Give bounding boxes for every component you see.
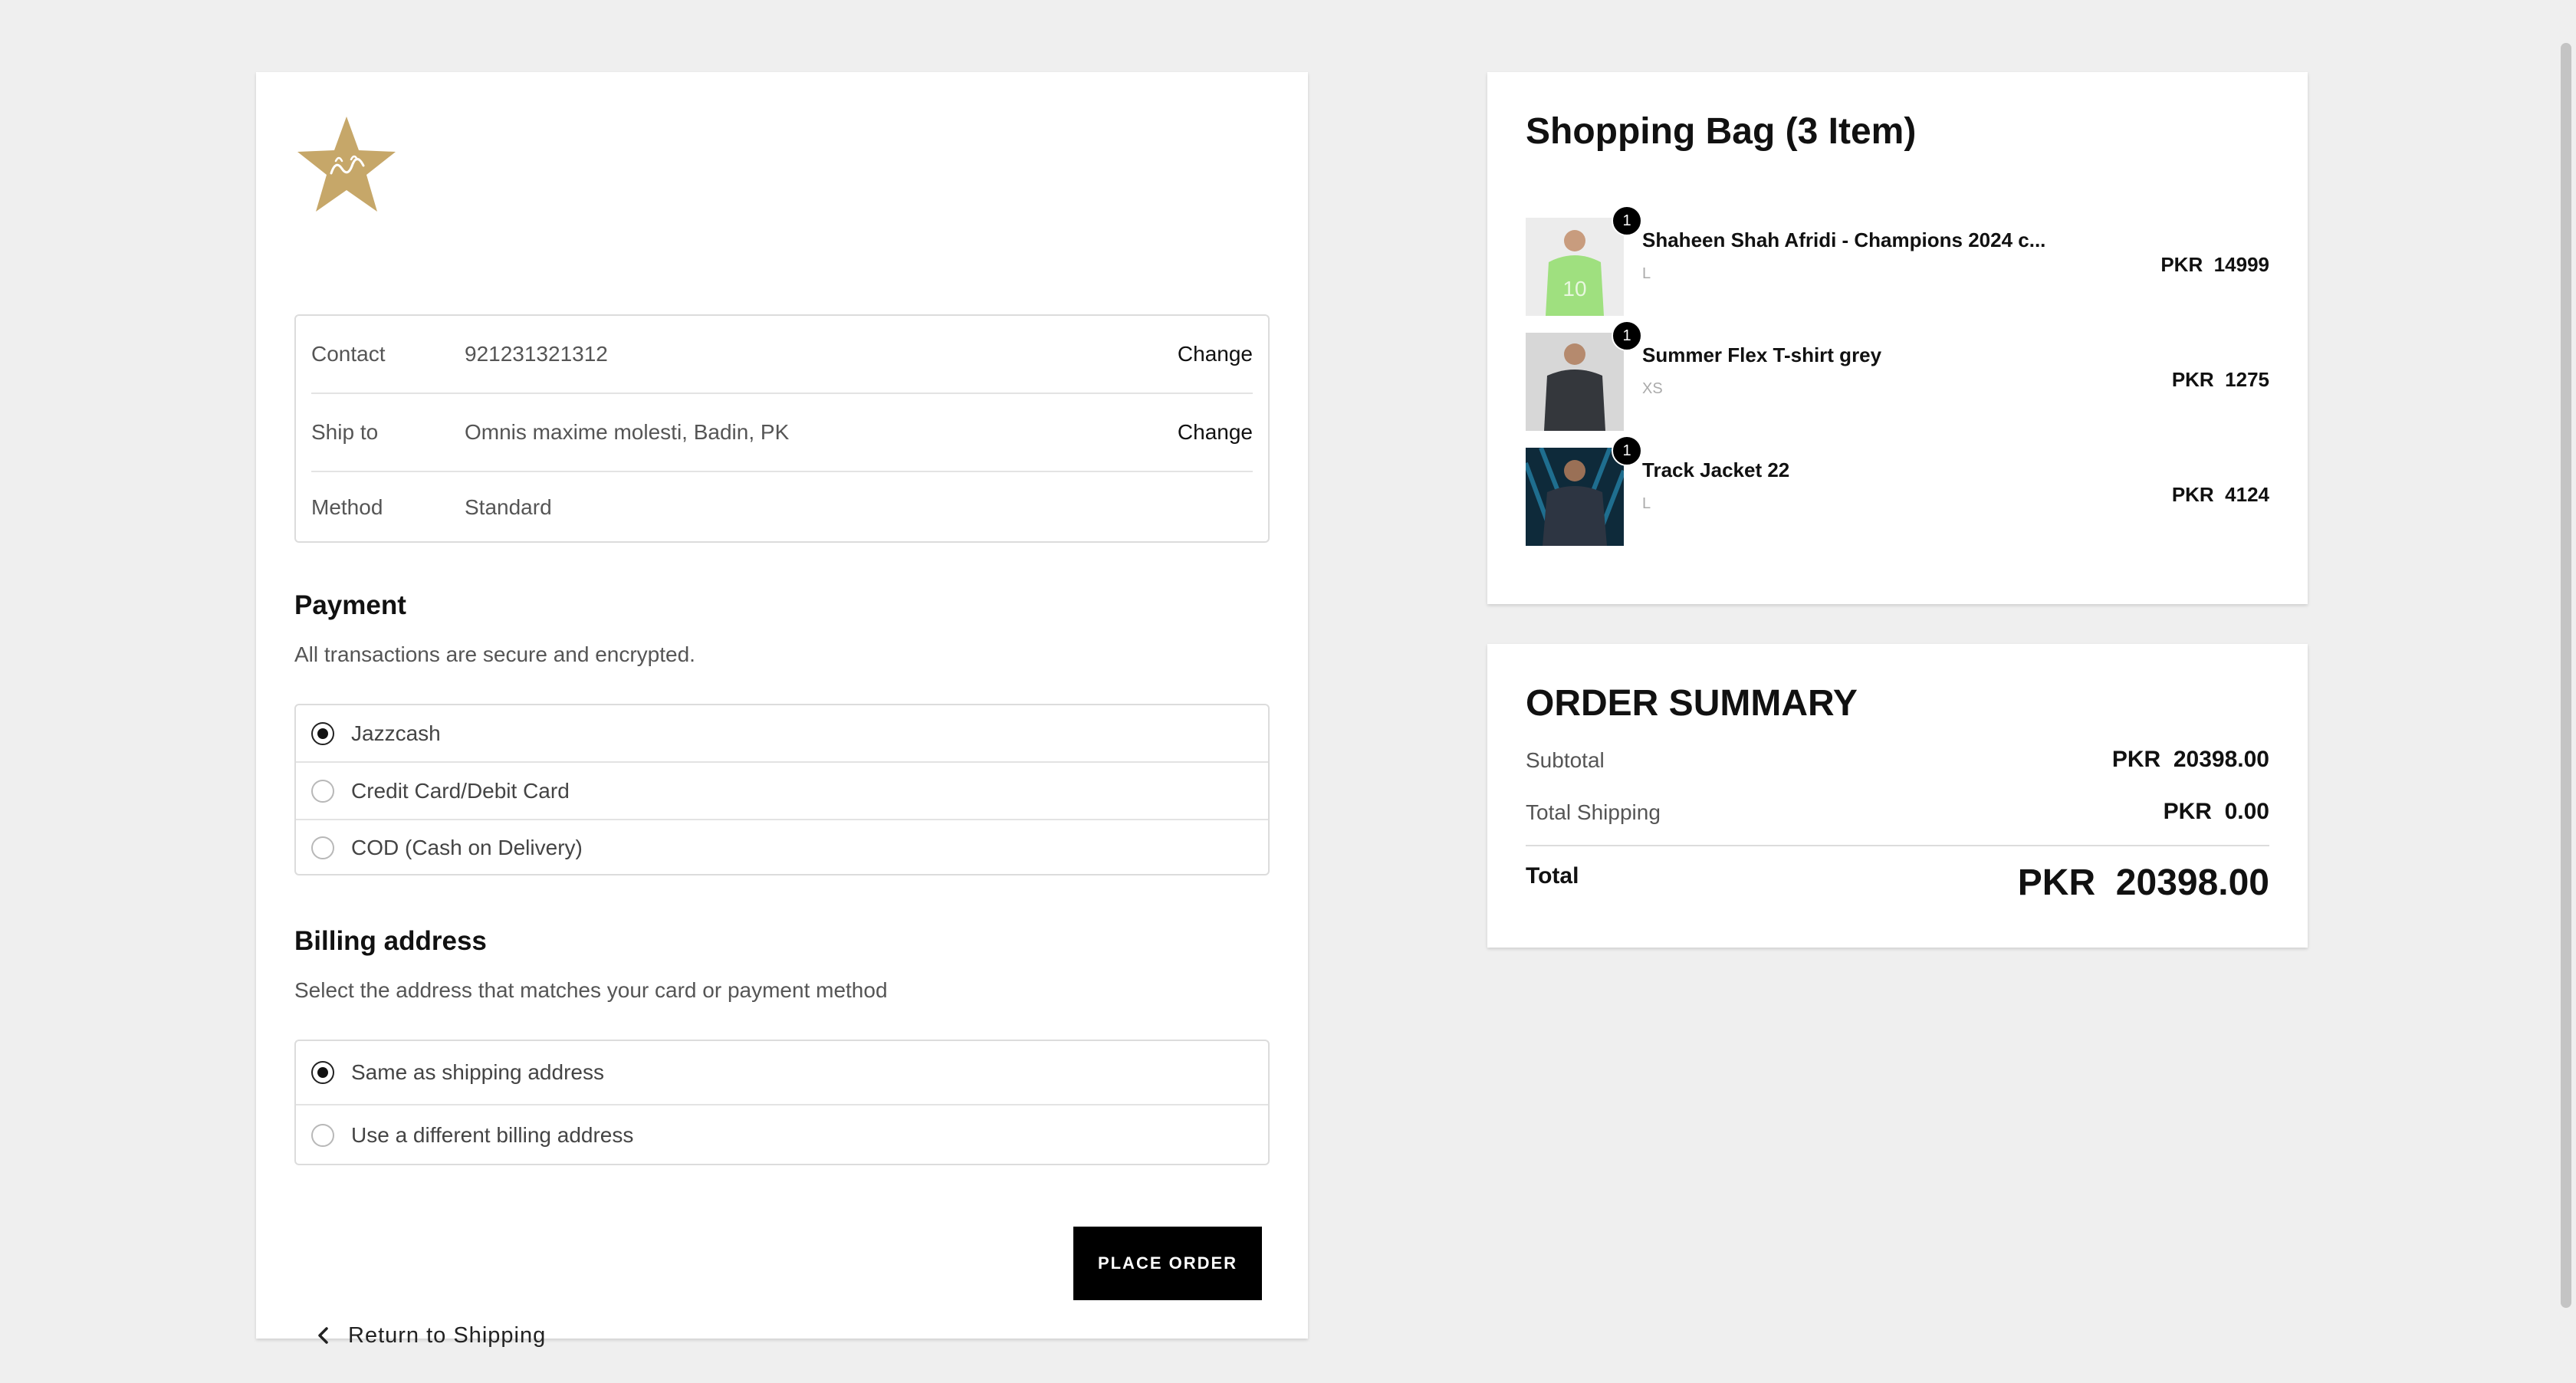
shipping-label: Total Shipping xyxy=(1526,800,1661,824)
payment-option-label: Credit Card/Debit Card xyxy=(351,778,570,803)
checkout-card: Contact 921231321312 Change Ship to Omni… xyxy=(256,72,1308,1348)
ship-to-value: Omnis maxime molesti, Badin, PK xyxy=(465,420,790,444)
quantity-badge: 1 xyxy=(1612,320,1642,351)
subtotal-value: PKR 20398.00 xyxy=(2111,747,2269,772)
product-thumbnail[interactable] xyxy=(1526,333,1624,431)
shipping-value: PKR 0.00 xyxy=(2163,799,2269,824)
billing-options: Same as shipping address Use a different… xyxy=(294,1040,1270,1165)
billing-title: Billing address xyxy=(294,926,487,956)
contact-summary-box: Contact 921231321312 Change Ship to Omni… xyxy=(294,314,1270,543)
return-to-shipping-link[interactable]: Return to Shipping xyxy=(314,1303,546,1368)
radio-unselected-icon[interactable] xyxy=(311,836,334,859)
change-contact-link[interactable]: Change xyxy=(1178,342,1253,366)
star-crest-logo[interactable] xyxy=(293,113,400,216)
shopping-bag-card: Shopping Bag (3 Item) 10 1 Shaheen Shah … xyxy=(1487,72,2308,604)
contact-row: Contact 921231321312 Change xyxy=(311,316,1253,394)
product-price: PKR 1275 xyxy=(2171,368,2269,391)
product-thumbnail[interactable] xyxy=(1526,448,1624,546)
total-value: PKR 20398.00 xyxy=(2017,862,2269,903)
payment-option-label: Jazzcash xyxy=(351,721,441,745)
payment-title: Payment xyxy=(294,590,406,620)
ship-to-label: Ship to xyxy=(311,420,379,444)
contact-label: Contact xyxy=(311,342,386,366)
billing-option-same[interactable]: Same as shipping address xyxy=(296,1041,1268,1105)
payment-option-card[interactable]: Credit Card/Debit Card xyxy=(296,763,1268,820)
quantity-badge: 1 xyxy=(1612,435,1642,466)
svg-text:10: 10 xyxy=(1562,277,1586,301)
payment-option-label: COD (Cash on Delivery) xyxy=(351,836,583,859)
contact-value: 921231321312 xyxy=(465,342,608,366)
product-size: XS xyxy=(1642,380,1663,397)
product-size: L xyxy=(1642,495,1651,512)
product-thumbnail[interactable]: 10 xyxy=(1526,218,1624,316)
ship-to-row: Ship to Omnis maxime molesti, Badin, PK … xyxy=(311,394,1253,472)
checkout-page: Contact 921231321312 Change Ship to Omni… xyxy=(0,0,2576,1383)
payment-option-jazzcash[interactable]: Jazzcash xyxy=(296,705,1268,763)
product-name: Shaheen Shah Afridi - Champions 2024 c..… xyxy=(1642,228,2046,251)
change-ship-to-link[interactable]: Change xyxy=(1178,420,1253,445)
payment-options: Jazzcash Credit Card/Debit Card COD (Cas… xyxy=(294,704,1270,875)
billing-option-label: Use a different billing address xyxy=(351,1123,634,1147)
radio-selected-icon[interactable] xyxy=(311,721,334,745)
summary-divider xyxy=(1526,845,2269,846)
total-label: Total xyxy=(1526,863,1579,889)
shopping-bag-title: Shopping Bag (3 Item) xyxy=(1526,111,1917,152)
order-summary-card: ORDER SUMMARY Subtotal PKR 20398.00 Tota… xyxy=(1487,644,2308,948)
payment-subtitle: All transactions are secure and encrypte… xyxy=(294,642,695,666)
method-label: Method xyxy=(311,495,383,519)
radio-unselected-icon[interactable] xyxy=(311,779,334,803)
quantity-badge: 1 xyxy=(1612,205,1642,236)
radio-selected-icon[interactable] xyxy=(311,1061,334,1084)
bag-item: 1 Summer Flex T-shirt grey XS PKR 1275 xyxy=(1526,320,2269,431)
product-name: Track Jacket 22 xyxy=(1642,458,1790,481)
page-scrollbar[interactable] xyxy=(2558,0,2576,1383)
product-price: PKR 4124 xyxy=(2171,483,2269,506)
product-price: PKR 14999 xyxy=(2160,253,2269,276)
payment-option-cod[interactable]: COD (Cash on Delivery) xyxy=(296,820,1268,874)
method-value: Standard xyxy=(465,495,552,519)
product-size: L xyxy=(1642,265,1651,282)
order-summary-title: ORDER SUMMARY xyxy=(1526,683,1858,724)
bag-item: 1 Track Jacket 22 L PKR 4124 xyxy=(1526,435,2269,546)
billing-subtitle: Select the address that matches your car… xyxy=(294,978,888,1002)
chevron-left-icon xyxy=(318,1327,328,1344)
product-name: Summer Flex T-shirt grey xyxy=(1642,343,1882,366)
bag-item: 10 1 Shaheen Shah Afridi - Champions 202… xyxy=(1526,205,2269,316)
radio-unselected-icon[interactable] xyxy=(311,1124,334,1147)
method-row: Method Standard xyxy=(311,472,1253,543)
return-to-shipping-label: Return to Shipping xyxy=(348,1322,547,1348)
billing-option-label: Same as shipping address xyxy=(351,1060,604,1084)
subtotal-label: Subtotal xyxy=(1526,748,1605,772)
billing-option-different[interactable]: Use a different billing address xyxy=(296,1105,1268,1164)
scrollbar-thumb[interactable] xyxy=(2561,43,2571,1308)
place-order-button[interactable]: PLACE ORDER xyxy=(1073,1227,1262,1300)
